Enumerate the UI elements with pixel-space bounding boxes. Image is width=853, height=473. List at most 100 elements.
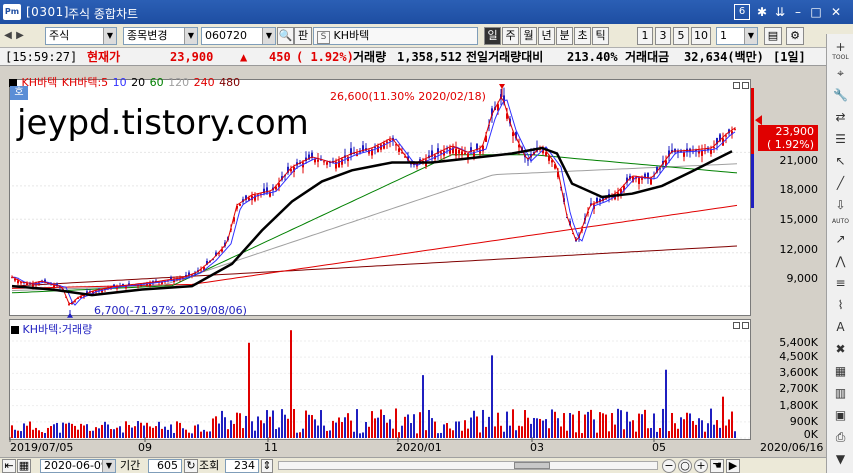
- settings-icon[interactable]: ⚙: [786, 27, 804, 45]
- x-axis-label: 11: [264, 441, 278, 454]
- search-button[interactable]: 🔍: [277, 27, 294, 45]
- text-tool-icon[interactable]: A: [831, 318, 850, 337]
- zoom-reset-icon[interactable]: ○: [678, 459, 692, 473]
- price-axis-label: 12,000: [779, 243, 819, 256]
- chevron-down-icon[interactable]: ▼: [102, 460, 115, 472]
- play-icon[interactable]: ▶: [726, 459, 740, 473]
- x-axis-label: 03: [530, 441, 544, 454]
- date-input[interactable]: 2020-06-09 ▼: [40, 459, 116, 473]
- view-count-input[interactable]: 234: [225, 459, 259, 473]
- view-label: 조회: [199, 459, 220, 472]
- bottom-bar: ⇤ ▦ 2020-06-09 ▼ 기간 605 ↻ 조회 234 ⇕ − ○ +…: [0, 457, 826, 473]
- period-button-minute[interactable]: 분: [556, 27, 573, 45]
- chevron-down-icon[interactable]: ▼: [103, 28, 116, 44]
- period-button-second[interactable]: 초: [574, 27, 591, 45]
- board-button[interactable]: 판: [294, 27, 312, 45]
- chevron-down-icon[interactable]: ▼: [262, 28, 275, 44]
- print-icon[interactable]: ▤: [764, 27, 782, 45]
- period-button-month[interactable]: 월: [520, 27, 537, 45]
- wrench-icon[interactable]: 🔧: [831, 86, 850, 105]
- panel-close-icon[interactable]: [742, 322, 749, 329]
- scrollbar-thumb[interactable]: [514, 462, 550, 469]
- period-button-week[interactable]: 주: [502, 27, 519, 45]
- interval-button-5[interactable]: 5: [673, 27, 689, 45]
- price-axis-label: 21,000: [779, 154, 819, 167]
- panel-restore-icon[interactable]: [733, 82, 740, 89]
- interval-button-1[interactable]: 1: [637, 27, 653, 45]
- scroll-down-icon[interactable]: ▼: [831, 450, 850, 469]
- legend-ma20: 20: [131, 76, 146, 89]
- indicator-icon[interactable]: ☰: [831, 130, 850, 149]
- hand-icon[interactable]: ☚: [710, 459, 724, 473]
- volume-axis-label: 2,700K: [779, 382, 818, 395]
- crosshair-icon[interactable]: ⌖: [831, 64, 850, 83]
- trend-icon[interactable]: ↗: [831, 230, 850, 249]
- close-icon[interactable]: ✕: [828, 4, 844, 20]
- volume-axis-label: 4,500K: [779, 350, 818, 363]
- stock-badge-icon: S: [317, 31, 330, 44]
- grid-icon[interactable]: ▦: [831, 362, 850, 381]
- bar-chart-icon[interactable]: ▥: [831, 384, 850, 403]
- period-button-year[interactable]: 년: [538, 27, 555, 45]
- current-price: 23,900: [170, 50, 214, 64]
- layout-number-button[interactable]: 6: [734, 4, 750, 20]
- period-label: 기간: [120, 459, 141, 472]
- pin-icon[interactable]: ✱: [754, 4, 770, 20]
- calendar-icon[interactable]: ▦: [17, 459, 31, 473]
- toolbar: ◀ ▶ 주식 ▼ 종목변경 ▼ 060720 ▼ 🔍 판 S KH바텍 일 주 …: [0, 24, 853, 48]
- x-axis-label: 09: [138, 441, 152, 454]
- minimize-icon[interactable]: –: [790, 4, 806, 20]
- watermark: jeypd.tistory.com: [17, 103, 309, 143]
- scrollbar-track[interactable]: [278, 461, 658, 470]
- chevron-down-icon[interactable]: ▼: [744, 28, 757, 44]
- compare-icon[interactable]: ⇄: [831, 108, 850, 127]
- interval-button-10[interactable]: 10: [691, 27, 711, 45]
- fibonacci-icon[interactable]: ⌇: [831, 296, 850, 315]
- legend-ma10: 10: [112, 76, 127, 89]
- channel-icon[interactable]: ≡: [831, 274, 850, 293]
- market-select[interactable]: 주식 ▼: [45, 27, 117, 45]
- zigzag-icon[interactable]: ⋀: [831, 252, 850, 271]
- volume-axis-label: 0K: [803, 428, 818, 441]
- period-button-tick[interactable]: 틱: [592, 27, 609, 45]
- current-price-marker: [755, 115, 762, 126]
- title-bar: Pm [0301] 주식 종합차트 6 ✱ ⇊ – □ ✕: [0, 0, 853, 24]
- panel-close-icon[interactable]: [742, 82, 749, 89]
- screen-code: [0301]: [26, 5, 69, 19]
- volume-axis-label: 5,400K: [779, 336, 818, 349]
- period-button-day[interactable]: 일: [484, 27, 501, 45]
- stock-code-input[interactable]: 060720 ▼: [201, 27, 276, 45]
- panel-restore-icon[interactable]: [733, 322, 740, 329]
- down-arrow-icon[interactable]: ⇩: [831, 196, 850, 215]
- next-arrow-icon[interactable]: ▶: [14, 27, 26, 45]
- stepper-icon[interactable]: ⇕: [261, 459, 273, 473]
- first-page-icon[interactable]: ⇤: [2, 459, 16, 473]
- maximize-icon[interactable]: □: [808, 4, 824, 20]
- save-icon[interactable]: ▣: [831, 406, 850, 425]
- prev-arrow-icon[interactable]: ◀: [2, 27, 14, 45]
- chevron-down-icon[interactable]: ▼: [184, 28, 197, 44]
- volume-chart-panel[interactable]: [9, 319, 751, 440]
- x-axis-label: 2020/01: [396, 441, 442, 454]
- interval-input[interactable]: 1 ▼: [716, 27, 758, 45]
- legend-ma480: 480: [219, 76, 241, 89]
- window-title: 주식 종합차트: [68, 7, 139, 21]
- interval-button-3[interactable]: 3: [655, 27, 671, 45]
- collapse-icon[interactable]: ⇊: [772, 4, 788, 20]
- volume-axis-label: 900K: [789, 415, 818, 428]
- refresh-icon[interactable]: ↻: [184, 459, 198, 473]
- price-label: 현재가: [87, 50, 121, 64]
- zoom-in-icon[interactable]: +: [694, 459, 708, 473]
- delete-icon[interactable]: ✖: [831, 340, 850, 359]
- cursor-icon[interactable]: ↖: [831, 152, 850, 171]
- period-input[interactable]: 605: [148, 459, 182, 473]
- legend-ma240: 240: [193, 76, 215, 89]
- line-tool-icon[interactable]: ╱: [831, 174, 850, 193]
- price-change-pct: ( 1.92%): [296, 50, 354, 64]
- quote-badge[interactable]: 호: [10, 86, 28, 100]
- x-axis-label: 05: [652, 441, 666, 454]
- up-arrow-icon: ▲: [240, 50, 248, 64]
- zoom-out-icon[interactable]: −: [662, 459, 676, 473]
- search-type-select[interactable]: 종목변경 ▼: [123, 27, 198, 45]
- print-icon[interactable]: ⎙: [831, 428, 850, 447]
